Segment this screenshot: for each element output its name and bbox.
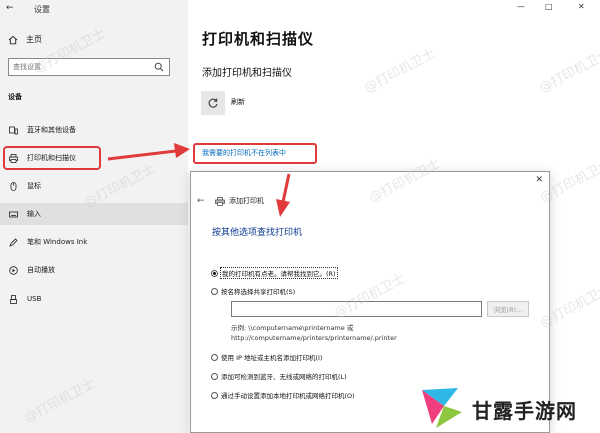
arrow-to-link [107, 143, 190, 161]
site-logo-icon [422, 388, 462, 428]
annotation-arrows [107, 143, 291, 217]
site-logo-text: 甘露手游网 [472, 399, 577, 423]
arrow-to-dialog [276, 173, 291, 217]
